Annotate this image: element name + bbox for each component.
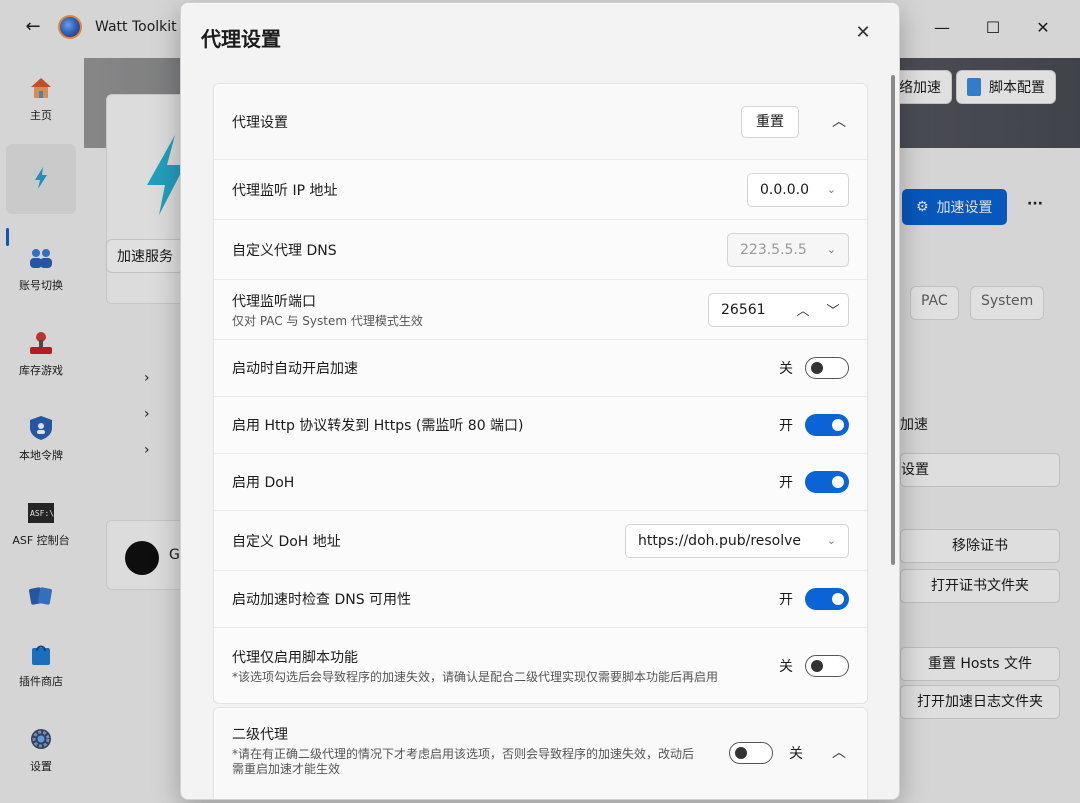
row-listen-port: 代理监听端口 仅对 PAC 与 System 代理模式生效 26561 ︿ ﹀: [214, 279, 867, 339]
reset-button[interactable]: 重置: [741, 105, 799, 138]
custom-dns-select[interactable]: 223.5.5.5 ⌄: [727, 232, 849, 267]
auto-start-toggle[interactable]: [805, 357, 849, 379]
http-redirect-toggle[interactable]: [805, 414, 849, 436]
row-auto-start: 启动时自动开启加速 关: [214, 339, 867, 396]
doh-address-select[interactable]: https://doh.pub/resolve ⌄: [625, 523, 849, 558]
proxy-settings-group: 代理设置 重置 ︿ 代理监听 IP 地址 0.0.0.0 ⌄ 自定义代理 DNS …: [213, 83, 868, 704]
group-header: 代理设置 重置 ︿: [214, 84, 867, 159]
row-custom-dns: 自定义代理 DNS 223.5.5.5 ⌄: [214, 219, 867, 279]
doh-toggle[interactable]: [805, 471, 849, 493]
proxy-settings-dialog: 代理设置 ✕ 代理设置 重置 ︿ 代理监听 IP 地址 0.0.0.0 ⌄ 自定义…: [180, 2, 900, 800]
group-header: 二级代理 *请在有正确二级代理的情况下才考虑启用该选项，否则会导致程序的加速失效…: [214, 708, 867, 798]
chevron-down-icon[interactable]: ﹀: [818, 300, 848, 319]
chevron-up-icon[interactable]: ︿: [829, 112, 849, 132]
dialog-title: 代理设置: [201, 27, 281, 51]
group-header-label: 代理设置: [232, 114, 288, 131]
secondary-proxy-toggle[interactable]: [729, 742, 773, 764]
close-icon[interactable]: ✕: [851, 21, 875, 45]
chevron-down-icon: ⌄: [826, 183, 836, 196]
row-check-dns: 启动加速时检查 DNS 可用性 开: [214, 570, 867, 627]
chevron-down-icon: ⌄: [826, 534, 836, 547]
chevron-up-icon[interactable]: ︿: [788, 300, 818, 319]
chevron-down-icon: ⌄: [826, 243, 836, 256]
scrollbar[interactable]: [891, 75, 895, 565]
chevron-up-icon[interactable]: ︿: [829, 743, 849, 763]
row-doh: 启用 DoH 开: [214, 453, 867, 510]
secondary-proxy-group: 二级代理 *请在有正确二级代理的情况下才考虑启用该选项，否则会导致程序的加速失效…: [213, 707, 868, 799]
listen-ip-select[interactable]: 0.0.0.0 ⌄: [747, 172, 849, 207]
row-http-redirect: 启用 Http 协议转发到 Https (需监听 80 端口) 开: [214, 396, 867, 453]
check-dns-toggle[interactable]: [805, 588, 849, 610]
script-only-toggle[interactable]: [805, 654, 849, 677]
row-script-only: 代理仅启用脚本功能 *该选项勾选后会导致程序的加速失效，请确认是配合二级代理实现…: [214, 627, 867, 703]
row-doh-address: 自定义 DoH 地址 https://doh.pub/resolve ⌄: [214, 510, 867, 570]
listen-port-stepper[interactable]: 26561 ︿ ﹀: [708, 292, 849, 327]
row-listen-ip: 代理监听 IP 地址 0.0.0.0 ⌄: [214, 159, 867, 219]
